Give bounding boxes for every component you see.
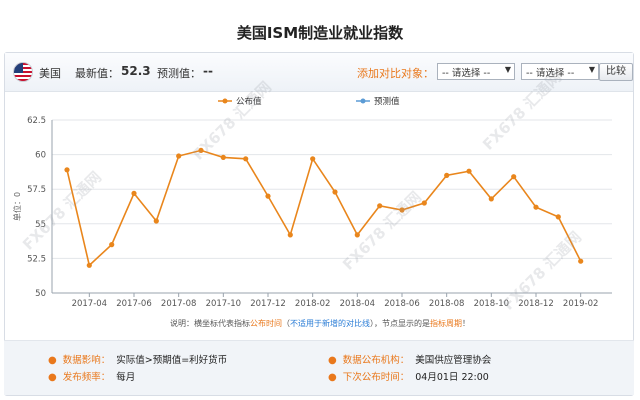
legend-forecast-marker <box>360 98 366 104</box>
latest-value: 52.3 <box>121 64 151 78</box>
data-point <box>287 232 293 238</box>
x-tick-label: 2017-10 <box>206 299 242 309</box>
info-next-release: ● 下次公布时间： 04月01日 22:00 <box>328 369 489 383</box>
y-tick-label: 62.5 <box>27 116 46 126</box>
info-panel: ● 数据影响： 实际值>预期值=利好货币 ● 数据公布机构： 美国供应管理协会 ● 发布频… <box>4 340 634 395</box>
plot-area <box>52 120 612 293</box>
data-point <box>377 203 383 209</box>
y-tick-label: 50 <box>35 289 46 299</box>
note-highlight-period: 指标周期 <box>430 319 462 328</box>
data-point <box>555 214 561 220</box>
info-frequency: ● 发布频率： 每月 <box>48 369 135 383</box>
data-point <box>131 190 137 196</box>
y-tick-label: 60 <box>35 151 46 161</box>
x-tick-label: 2018-08 <box>429 299 465 309</box>
note-prefix: 说明：横坐标代表指标 <box>170 319 250 328</box>
info-next-release-label: 下次公布时间： <box>342 372 410 383</box>
legend-forecast-label: 预测值 <box>374 96 400 107</box>
info-impact-label: 数据影响： <box>62 355 111 366</box>
x-tick-label: 2018-06 <box>384 299 420 309</box>
country-name: 美国 <box>39 67 61 80</box>
bullet-icon: ● <box>328 355 337 366</box>
select-1-value: -- 请选择 -- <box>442 68 491 79</box>
chevron-down-icon: ▼ <box>588 65 595 74</box>
info-next-release-value: 04月01日 22:00 <box>415 372 489 383</box>
x-tick-label: 2018-02 <box>295 299 331 309</box>
bullet-icon: ● <box>48 372 57 383</box>
note-suffix: ！ <box>462 319 470 328</box>
x-tick-label: 2017-08 <box>161 299 197 309</box>
note-mid-1: （ <box>282 319 290 328</box>
line-chart: 50 52.5 55 57.5 60 62.5 单位：0 2017-04 2017-06 2017… <box>12 96 612 309</box>
page-title: 美国ISM制造业就业指数 <box>236 24 404 42</box>
data-point <box>578 258 584 264</box>
x-tick-label: 2017-04 <box>72 299 108 309</box>
y-tick-label: 55 <box>35 220 46 230</box>
bullet-icon: ● <box>328 372 337 383</box>
info-impact: ● 数据影响： 实际值>预期值=利好货币 <box>48 352 227 366</box>
compare-button[interactable]: 比较 <box>599 63 633 81</box>
compare-select-2[interactable]: -- 请选择 -- ▼ <box>521 63 599 80</box>
data-point <box>332 189 338 195</box>
data-point <box>265 193 271 199</box>
latest-label: 最新值： <box>75 67 119 80</box>
chart-toolbar: 美国 最新值： 52.3 预测值： -- 添加对比对象： -- 请选择 -- ▼ … <box>5 53 633 92</box>
x-tick-label: 2017-06 <box>116 299 152 309</box>
data-point <box>176 153 182 159</box>
bullet-icon: ● <box>48 355 57 366</box>
info-frequency-value: 每月 <box>116 372 136 383</box>
data-point <box>533 204 539 210</box>
data-point <box>153 218 159 224</box>
compare-label: 添加对比对象： <box>357 67 434 80</box>
compare-select-1[interactable]: -- 请选择 -- ▼ <box>437 63 515 80</box>
info-agency-label: 数据公布机构： <box>342 355 410 366</box>
data-point <box>444 172 450 178</box>
note-mid-2: ），节点显示的是 <box>370 319 430 328</box>
info-agency-value: 美国供应管理协会 <box>415 355 492 366</box>
data-point <box>220 154 226 160</box>
chevron-down-icon: ▼ <box>504 65 511 74</box>
x-tick-label: 2019-02 <box>563 299 599 309</box>
y-tick-label: 52.5 <box>27 254 46 264</box>
data-point <box>421 200 427 206</box>
info-impact-value: 实际值>预期值=利好货币 <box>116 355 228 366</box>
data-point <box>243 156 249 162</box>
data-point <box>64 167 70 173</box>
note-highlight-release-time: 公布时间 <box>250 319 282 328</box>
data-point <box>109 242 115 248</box>
chart-note: 说明：横坐标代表指标公布时间（不适用于新增的对比线），节点显示的是指标周期！ <box>0 318 640 329</box>
legend-actual-label: 公布值 <box>236 96 262 107</box>
data-point <box>488 196 494 202</box>
legend-actual-marker <box>222 98 228 104</box>
x-tick-label: 2018-12 <box>518 299 554 309</box>
y-axis-label: 单位：0 <box>12 192 22 221</box>
x-tick-label: 2018-04 <box>340 299 376 309</box>
data-point <box>399 207 405 213</box>
note-highlight-not-applicable: 不适用于新增的对比线 <box>290 319 370 328</box>
forecast-label: 预测值： <box>157 67 201 80</box>
data-point <box>354 232 360 238</box>
y-tick-label: 57.5 <box>27 185 46 195</box>
x-tick-label: 2017-12 <box>250 299 286 309</box>
data-point <box>310 156 316 162</box>
info-frequency-label: 发布频率： <box>62 372 111 383</box>
us-flag-icon <box>13 62 33 82</box>
data-point <box>86 262 92 268</box>
info-agency: ● 数据公布机构： 美国供应管理协会 <box>328 352 491 366</box>
x-tick-label: 2018-10 <box>474 299 510 309</box>
forecast-value: -- <box>203 64 213 78</box>
select-2-value: -- 请选择 -- <box>526 68 575 79</box>
data-point <box>198 147 204 153</box>
data-point <box>511 174 517 180</box>
data-point <box>466 168 472 174</box>
